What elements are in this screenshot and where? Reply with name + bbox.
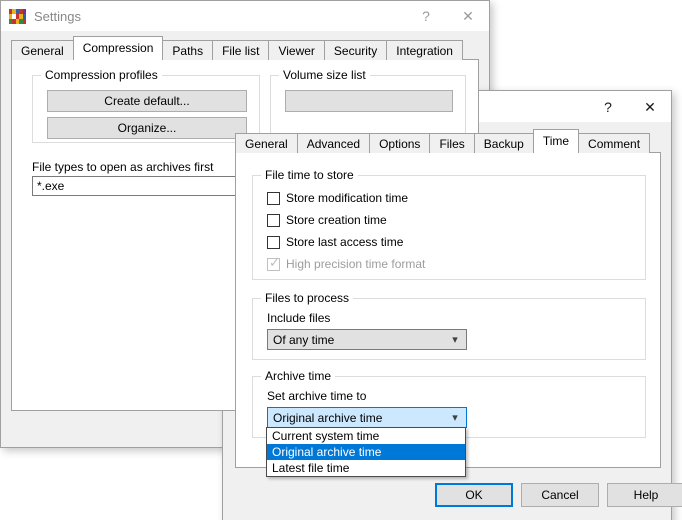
settings-help-button[interactable]: ? bbox=[405, 2, 447, 31]
tab-security[interactable]: Security bbox=[323, 40, 388, 60]
tab-options[interactable]: Options bbox=[369, 133, 431, 153]
checkbox-store-last-access-time[interactable]: Store last access time bbox=[267, 235, 403, 249]
tab-compression[interactable]: Compression bbox=[72, 36, 164, 60]
create-default-button[interactable]: Create default... bbox=[47, 90, 247, 112]
set-archive-time-combobox[interactable]: Original archive time ▾ bbox=[267, 407, 467, 428]
check-mark-icon: ✓ bbox=[269, 254, 280, 270]
checkbox-box bbox=[267, 213, 280, 227]
compression-close-icon[interactable]: ✕ bbox=[629, 92, 671, 121]
checkbox-store-creation-time[interactable]: Store creation time bbox=[267, 213, 387, 227]
set-archive-time-value: Original archive time bbox=[273, 410, 383, 425]
set-archive-time-to-label: Set archive time to bbox=[267, 389, 367, 403]
settings-close-icon[interactable]: ✕ bbox=[447, 2, 489, 31]
tab-advanced[interactable]: Advanced bbox=[296, 133, 371, 153]
tab-general[interactable]: General bbox=[11, 40, 74, 60]
tab-time[interactable]: Time bbox=[532, 129, 580, 153]
group-files-to-process: Files to process Include files Of any ti… bbox=[252, 291, 646, 360]
tab-files[interactable]: Files bbox=[429, 133, 475, 153]
chevron-down-icon: ▾ bbox=[452, 334, 458, 346]
file-types-value: *.exe bbox=[37, 179, 65, 193]
checkbox-store-modification-time[interactable]: Store modification time bbox=[267, 191, 408, 205]
include-files-value: Of any time bbox=[273, 332, 335, 347]
compression-options-dialog: Set default compression options ? ✕ Gene… bbox=[222, 90, 682, 520]
checkbox-label: Store modification time bbox=[286, 191, 409, 205]
tab-integration[interactable]: Integration bbox=[386, 40, 463, 60]
tab-file-list[interactable]: File list bbox=[212, 40, 270, 60]
tab-viewer[interactable]: Viewer bbox=[268, 40, 325, 60]
settings-tabstrip: General Compression Paths File list View… bbox=[11, 36, 463, 60]
volume-size-list-box[interactable] bbox=[285, 90, 453, 112]
checkbox-label: Store creation time bbox=[286, 213, 387, 227]
chevron-down-icon: ▾ bbox=[452, 412, 458, 424]
help-button[interactable]: Help bbox=[607, 483, 682, 507]
group-file-time-to-store: File time to store Store modification ti… bbox=[252, 168, 646, 280]
file-types-label: File types to open as archives first bbox=[32, 160, 214, 174]
group-files-to-process-legend: Files to process bbox=[261, 291, 354, 305]
organize-button[interactable]: Organize... bbox=[47, 117, 247, 139]
winrar-books-icon bbox=[9, 8, 26, 24]
tab-backup[interactable]: Backup bbox=[473, 133, 534, 153]
settings-titlebar: Settings ? ✕ bbox=[1, 1, 489, 31]
screen: Settings ? ✕ General Compression Paths F… bbox=[0, 0, 682, 520]
group-compression-profiles-legend: Compression profiles bbox=[41, 68, 162, 82]
group-volume-size-list-legend: Volume size list bbox=[279, 68, 370, 82]
compression-tabpanel: File time to store Store modification ti… bbox=[235, 152, 661, 477]
checkbox-box: ✓ bbox=[267, 254, 280, 271]
checkbox-label: Store last access time bbox=[286, 235, 404, 249]
group-file-time-to-store-legend: File time to store bbox=[261, 168, 358, 182]
checkbox-high-precision-time-format: ✓ High precision time format bbox=[267, 254, 426, 271]
tab-comment[interactable]: Comment bbox=[578, 133, 651, 153]
settings-title: Settings bbox=[34, 8, 81, 24]
dropdown-option-current-system-time[interactable]: Current system time bbox=[267, 428, 465, 444]
tab-paths[interactable]: Paths bbox=[162, 40, 214, 60]
include-files-label: Include files bbox=[267, 311, 331, 325]
set-archive-time-dropdown[interactable]: Current system time Original archive tim… bbox=[266, 427, 466, 477]
tab-general[interactable]: General bbox=[235, 133, 298, 153]
dropdown-option-latest-file-time[interactable]: Latest file time bbox=[267, 460, 465, 476]
compression-help-button[interactable]: ? bbox=[587, 92, 629, 121]
checkbox-box bbox=[267, 235, 280, 249]
checkbox-box bbox=[267, 191, 280, 205]
checkbox-label: High precision time format bbox=[286, 257, 426, 271]
group-compression-profiles: Compression profiles Create default... O… bbox=[32, 68, 260, 143]
include-files-combobox[interactable]: Of any time ▾ bbox=[267, 329, 467, 350]
cancel-button[interactable]: Cancel bbox=[521, 483, 599, 507]
dropdown-option-original-archive-time[interactable]: Original archive time bbox=[267, 444, 465, 460]
compression-tabstrip: General Advanced Options Files Backup Ti… bbox=[235, 129, 651, 153]
ok-button[interactable]: OK bbox=[435, 483, 513, 507]
group-archive-time-legend: Archive time bbox=[261, 369, 336, 383]
